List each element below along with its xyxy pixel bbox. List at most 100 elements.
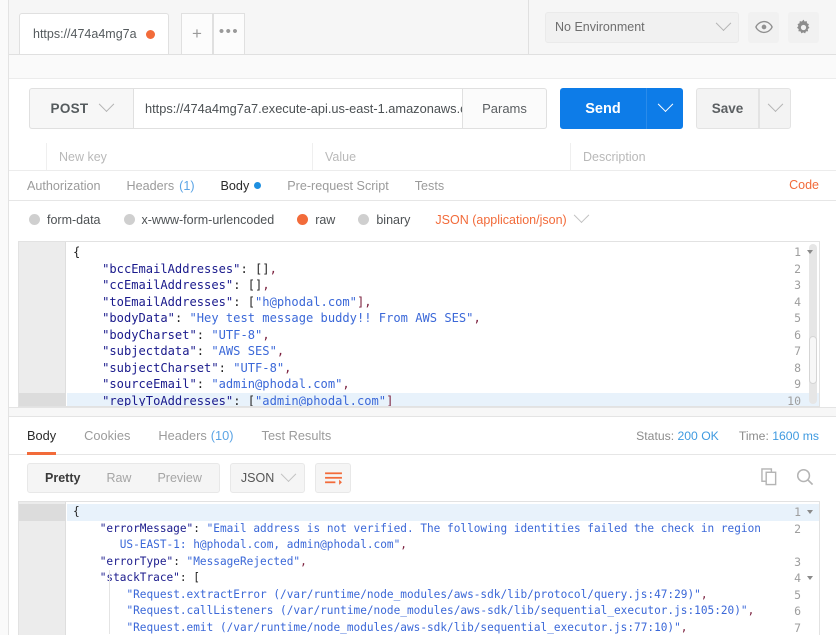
indent-guide [109,570,110,634]
params-button[interactable]: Params [463,88,547,129]
response-view-mode-group: Pretty Raw Preview [27,463,220,493]
line-number: 2 [794,261,801,276]
content-type-label: JSON (application/json) [435,212,567,227]
response-tab-body-label: Body [27,428,57,443]
code-fold-toggle-icon[interactable] [807,576,813,580]
content-type-select[interactable]: JSON (application/json) [435,207,589,227]
code-line: "bodyData": "Hey test message buddy!! Fr… [73,311,481,325]
body-present-dot-icon [254,182,262,189]
response-status-label: Status: [636,429,675,443]
response-tab-test-results-label: Test Results [261,428,332,443]
view-mode-preview[interactable]: Preview [144,464,214,492]
body-type-binary-label: binary [376,212,411,227]
environment-quick-look-button[interactable] [748,11,779,43]
response-tab-cookies[interactable]: Cookies [84,417,130,455]
tab-body[interactable]: Body [221,179,262,193]
new-tab-button[interactable]: + [181,13,213,54]
code-line: "stackTrace": [ [73,571,200,584]
settings-button[interactable] [788,11,819,43]
chevron-down-icon [715,14,732,31]
response-format-select[interactable]: JSON [229,463,306,493]
view-mode-raw[interactable]: Raw [93,464,144,492]
word-wrap-button[interactable] [315,463,352,493]
send-button[interactable]: Send [560,88,646,129]
request-url-input[interactable]: https://474a4mg7a7.execute-api.us-east-1… [133,88,463,129]
save-options-button[interactable] [759,88,791,129]
radio-icon [123,214,135,225]
tab-pre-request-script-label: Pre-request Script [287,178,389,193]
response-status-value: 200 OK [677,429,719,443]
request-editor-scrollbar[interactable] [809,244,817,404]
response-body-editor[interactable]: { "errorMessage": "Email address is not … [18,501,820,635]
left-sidebar-rail [0,0,9,635]
body-type-urlencoded-label: x-www-form-urlencoded [141,212,275,227]
code-fold-toggle-icon[interactable] [807,250,813,254]
active-line-gutter-highlight [19,392,66,406]
code-line: "Request.callListeners (/var/runtime/nod… [126,604,755,617]
line-number: 5 [794,587,801,602]
body-type-selector: form-data x-www-form-urlencoded raw bina… [9,201,836,238]
response-toolbar: Pretty Raw Preview JSON [9,455,836,501]
code-line: "replyToAddresses": ["admin@phodal.com"] [73,393,394,407]
tab-body-label: Body [220,178,250,193]
body-type-raw[interactable]: raw [297,213,335,227]
line-number: 3 [794,278,801,292]
kv-description-input[interactable]: Description [571,143,836,170]
postman-window: https://474a4mg7a7.e + ••• No Environmen… [0,0,836,635]
search-icon[interactable] [796,468,814,486]
environment-select[interactable]: No Environment [545,11,739,43]
gear-icon [797,19,810,33]
request-tab-active[interactable]: https://474a4mg7a7.e [19,13,169,54]
code-line: "subjectCharset": "UTF-8", [73,360,292,375]
response-editor-code[interactable]: { "errorMessage": "Email address is not … [67,502,819,635]
scrollbar-thumb[interactable] [809,336,817,384]
line-number: 7 [794,344,801,358]
code-line: "bodyCharset": "UTF-8", [73,327,270,342]
tab-authorization[interactable]: Authorization [27,179,101,193]
eye-icon [754,20,773,34]
response-tab-headers-label: Headers [158,428,207,443]
request-body-editor[interactable]: { "bccEmailAddresses": [], "ccEmailAddre… [18,241,820,407]
kv-value-input[interactable]: Value [313,143,571,170]
code-link[interactable]: Code [789,178,819,192]
chevron-down-icon [280,465,297,482]
body-type-raw-label: raw [315,212,336,227]
body-type-binary[interactable]: binary [358,213,410,227]
send-options-button[interactable] [646,88,683,129]
response-tab-headers-count: (10) [210,428,234,443]
response-tab-body[interactable]: Body [27,417,57,455]
response-actions [761,468,814,486]
chevron-down-icon [99,96,115,113]
response-tab-headers[interactable]: Headers (10) [158,417,233,455]
tab-tests[interactable]: Tests [415,179,444,193]
request-editor-code[interactable]: { "bccEmailAddresses": [], "ccEmailAddre… [67,242,819,406]
response-tab-cookies-label: Cookies [84,428,131,443]
save-button[interactable]: Save [696,88,759,129]
code-fold-toggle-icon[interactable] [807,510,813,514]
kv-key-input[interactable]: New key [47,143,313,170]
tab-headers[interactable]: Headers (1) [127,179,195,193]
response-tab-test-results[interactable]: Test Results [262,417,332,455]
response-meta: Status: 200 OK Time: 1600 ms [636,429,819,443]
code-line: "errorType": "MessageRejected", [73,554,307,568]
line-number: 3 [794,554,801,569]
environment-select-label: No Environment [555,20,645,34]
line-number: 2 [794,521,801,536]
body-type-form-data[interactable]: form-data [29,213,101,227]
body-type-urlencoded[interactable]: x-www-form-urlencoded [123,212,275,227]
radio-icon [29,214,40,225]
tab-options-button[interactable]: ••• [213,13,245,54]
code-line: "Request.extractError (/var/runtime/node… [126,587,708,601]
radio-selected-icon [297,214,309,225]
response-time-label: Time: [738,429,769,443]
line-number: 6 [794,604,801,618]
copy-icon[interactable] [761,468,778,486]
chevron-down-icon [767,96,783,113]
tab-pre-request-script[interactable]: Pre-request Script [287,179,389,193]
http-method-select[interactable]: POST [29,88,133,129]
code-line: "subjectdata": "AWS SES", [73,344,285,358]
code-line: US-EAST-1: h@phodal.com, admin@phodal.co… [73,538,407,551]
view-mode-pretty[interactable]: Pretty [32,464,93,492]
response-time: Time: 1600 ms [739,429,819,443]
code-line: "bccEmailAddresses": [], [73,261,277,276]
